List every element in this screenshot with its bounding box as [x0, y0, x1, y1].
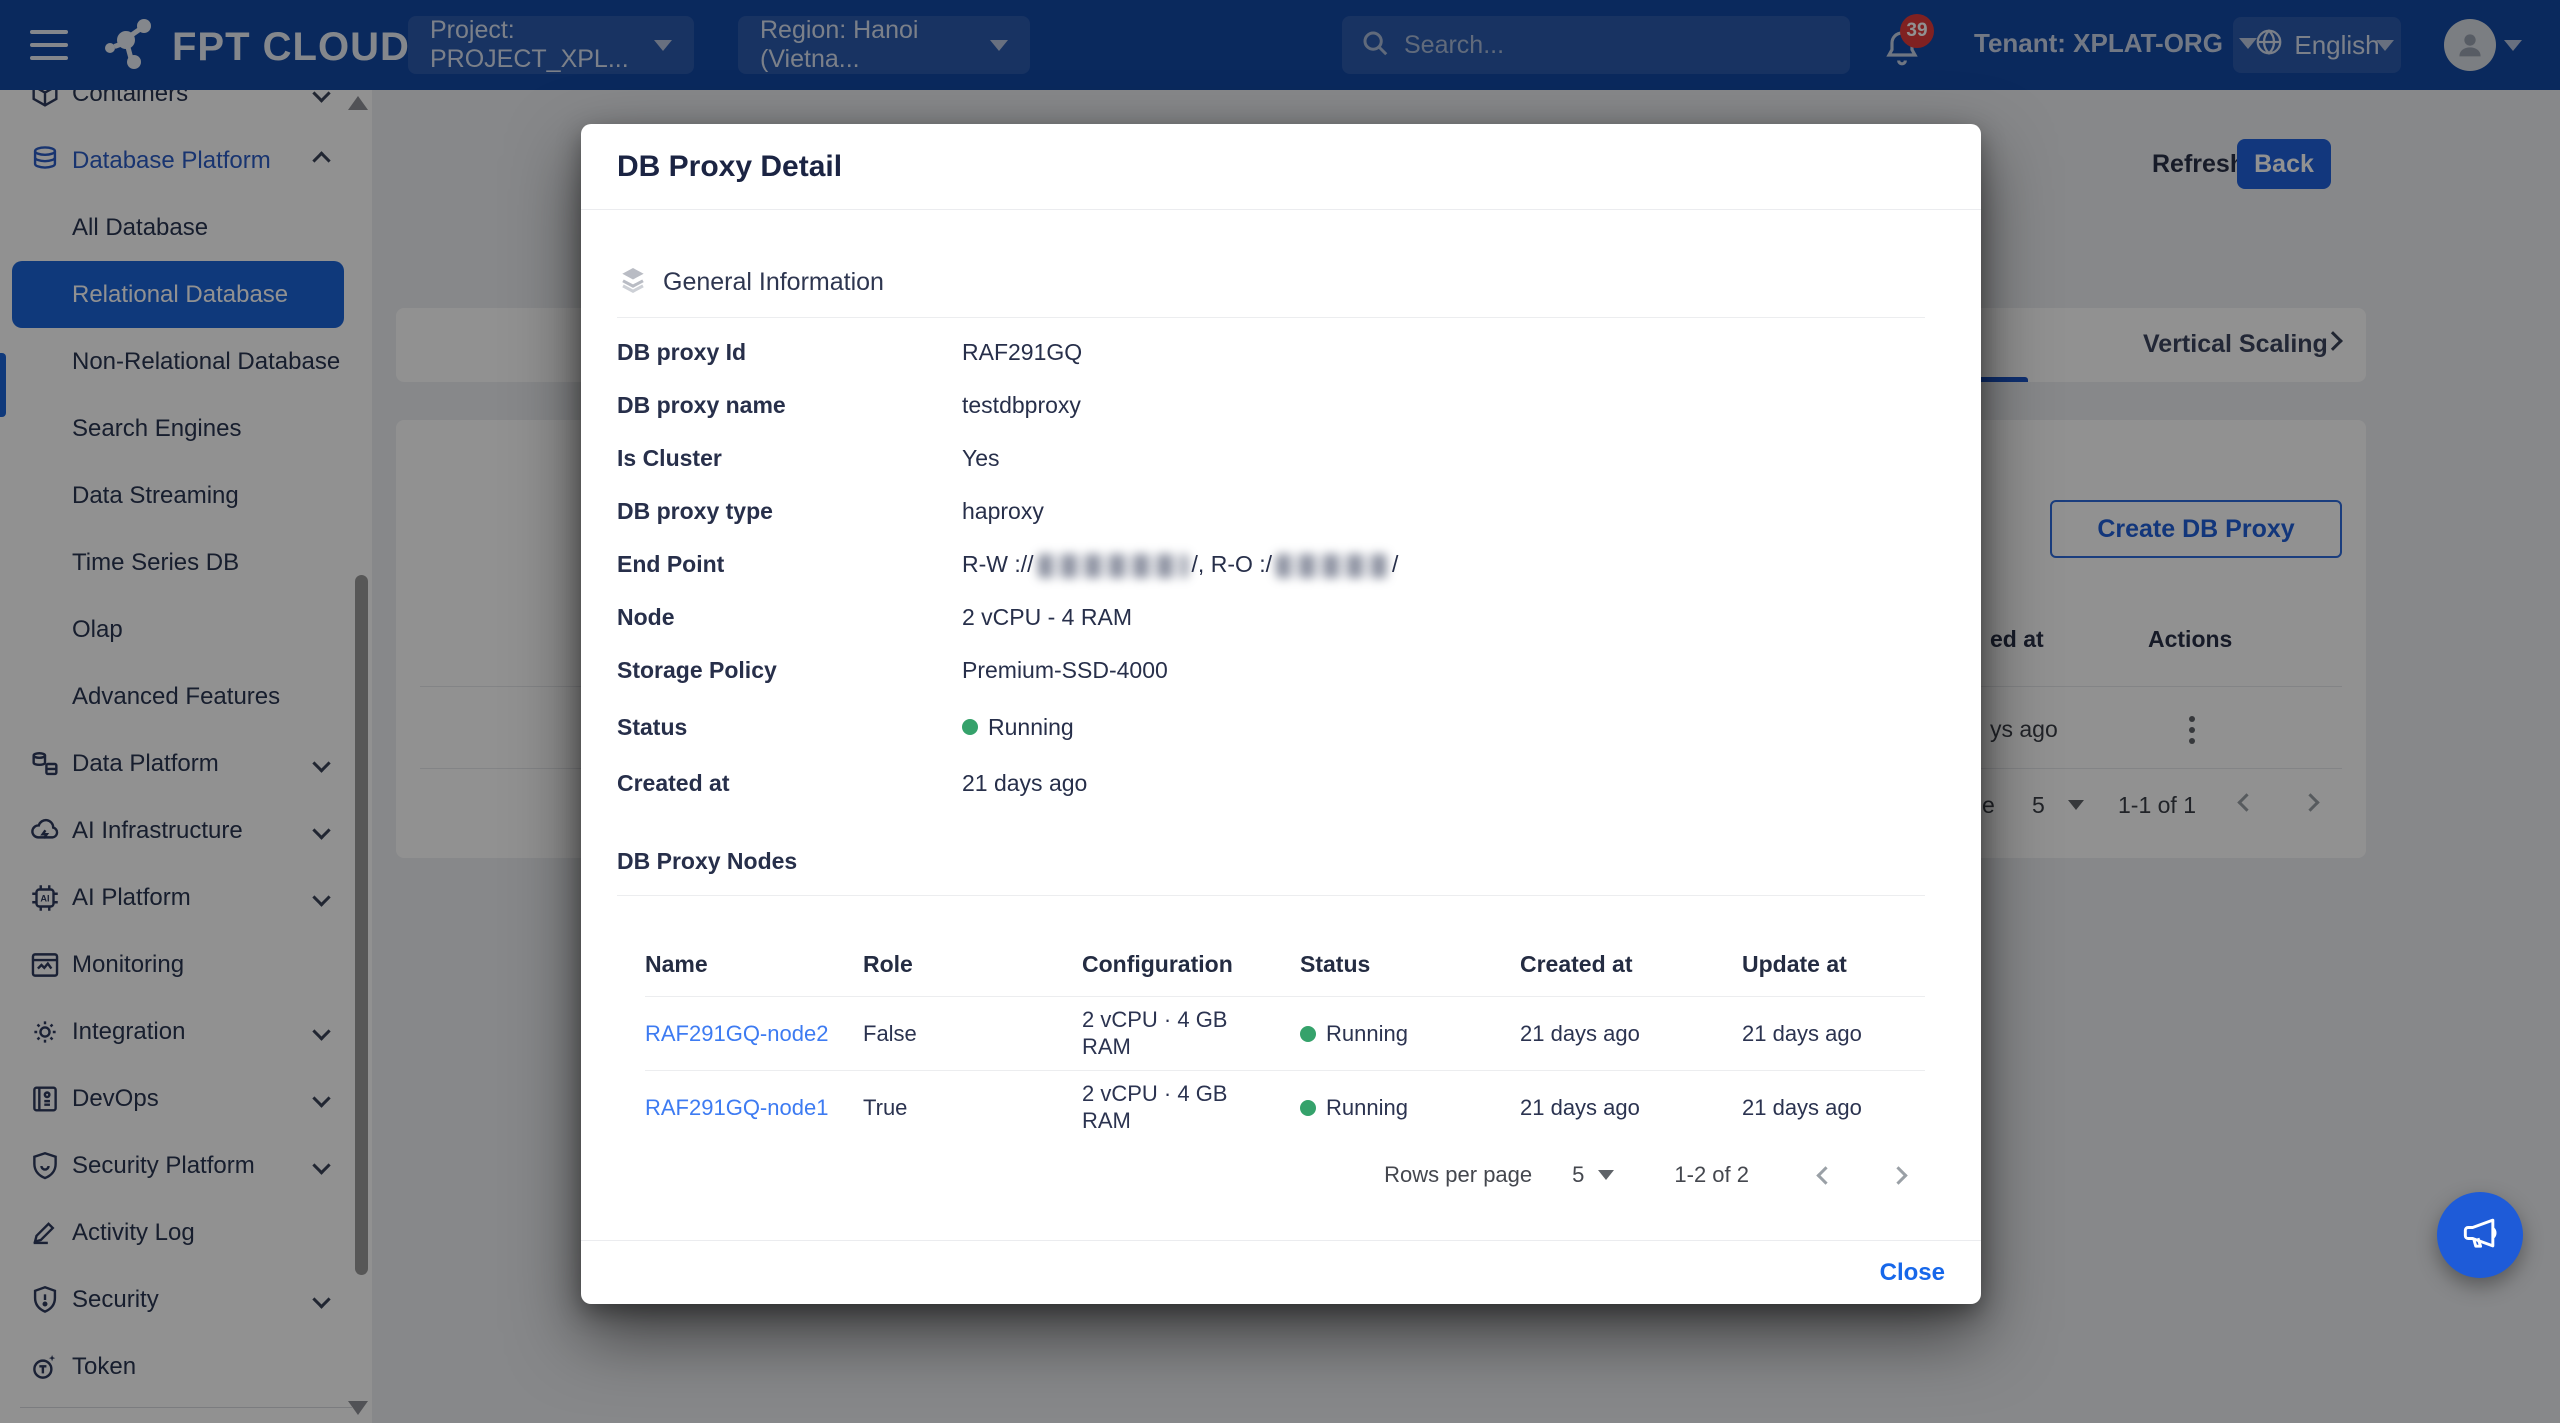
table-row: RAF291GQ-node1 True 2 vCPU · 4 GBRAM Run…: [645, 1070, 1925, 1144]
status-cell: Running: [1300, 1021, 1520, 1047]
config-cell: 2 vCPU · 4 GBRAM: [1082, 1081, 1300, 1135]
divider: [617, 317, 1925, 318]
field-row: End Point R-W :///, R-O ://: [617, 538, 1925, 591]
table-row: RAF291GQ-node2 False 2 vCPU · 4 GBRAM Ru…: [645, 996, 1925, 1070]
node-link[interactable]: RAF291GQ-node1: [645, 1095, 863, 1121]
layers-icon: [617, 264, 649, 301]
close-button[interactable]: Close: [1880, 1259, 1945, 1287]
select-caret-icon[interactable]: [1598, 1170, 1614, 1180]
modal-footer: Close: [581, 1240, 1981, 1304]
is-cluster-value: Yes: [962, 445, 1000, 472]
field-row: DB proxy type haproxy: [617, 485, 1925, 538]
redacted-endpoint-blur: [1276, 554, 1388, 578]
status-cell: Running: [1300, 1095, 1520, 1121]
storage-policy-value: Premium-SSD-4000: [962, 657, 1168, 684]
section-title: General Information: [663, 268, 884, 297]
field-row: Status Running: [617, 697, 1925, 757]
rows-per-page-label: Rows per page: [1384, 1162, 1532, 1188]
general-information-section: General Information: [617, 264, 1925, 301]
config-cell: 2 vCPU · 4 GBRAM: [1082, 1007, 1300, 1061]
db-proxy-detail-modal: DB Proxy Detail General Information DB p…: [581, 124, 1981, 1304]
field-row: Is Cluster Yes: [617, 432, 1925, 485]
modal-header: DB Proxy Detail: [581, 124, 1981, 210]
field-row: DB proxy Id RAF291GQ: [617, 326, 1925, 379]
field-row: Created at 21 days ago: [617, 757, 1925, 810]
announcement-fab[interactable]: [2437, 1192, 2523, 1278]
nodes-table: Name Role Configuration Status Created a…: [645, 896, 1925, 1144]
megaphone-icon: [2458, 1211, 2502, 1260]
status-value: Running: [962, 714, 1074, 741]
next-page-icon[interactable]: [1889, 1166, 1907, 1184]
status-dot-green: [1300, 1026, 1316, 1042]
nodes-section-title: DB Proxy Nodes: [617, 848, 1925, 875]
node-value: 2 vCPU - 4 RAM: [962, 604, 1132, 631]
created-at-value: 21 days ago: [962, 770, 1087, 797]
field-row: DB proxy name testdbproxy: [617, 379, 1925, 432]
db-proxy-type-value: haproxy: [962, 498, 1044, 525]
db-proxy-id-value: RAF291GQ: [962, 339, 1082, 366]
field-row: Node 2 vCPU - 4 RAM: [617, 591, 1925, 644]
page-size-select[interactable]: 5: [1572, 1162, 1584, 1188]
db-proxy-name-value: testdbproxy: [962, 392, 1081, 419]
status-dot-green: [962, 719, 978, 735]
modal-body: General Information DB proxy Id RAF291GQ…: [581, 264, 1981, 1188]
nodes-table-header: Name Role Configuration Status Created a…: [645, 896, 1925, 996]
general-fields: DB proxy Id RAF291GQ DB proxy name testd…: [617, 326, 1925, 810]
field-row: Storage Policy Premium-SSD-4000: [617, 644, 1925, 697]
redacted-endpoint-blur: [1038, 554, 1188, 578]
endpoint-value: R-W :///, R-O ://: [962, 551, 1398, 578]
node-link[interactable]: RAF291GQ-node2: [645, 1021, 863, 1047]
status-dot-green: [1300, 1100, 1316, 1116]
page-range: 1-2 of 2: [1674, 1162, 1749, 1188]
previous-page-icon[interactable]: [1816, 1166, 1834, 1184]
modal-title: DB Proxy Detail: [617, 150, 842, 184]
nodes-pagination: Rows per page 5 1-2 of 2: [617, 1162, 1925, 1188]
